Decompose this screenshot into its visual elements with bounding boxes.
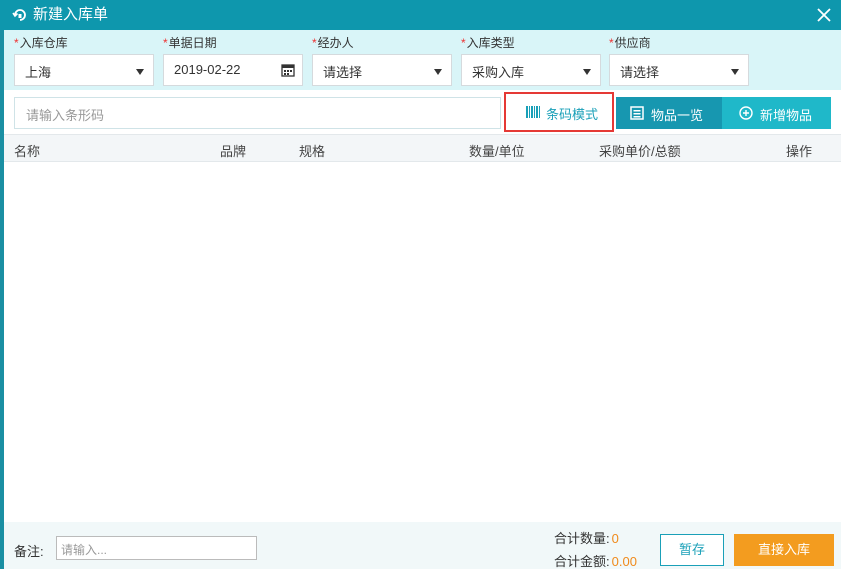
barcode-placeholder: 请输入条形码 bbox=[26, 108, 105, 123]
plus-circle-icon bbox=[739, 106, 753, 120]
warehouse-field: *入库仓库 上海 bbox=[14, 36, 154, 86]
chevron-down-icon bbox=[136, 69, 144, 75]
catalog-button[interactable]: 物品一览 bbox=[616, 97, 722, 129]
column-header-brand: 品牌 bbox=[220, 144, 247, 159]
type-label: 入库类型 bbox=[466, 36, 515, 50]
required-mark: * bbox=[609, 36, 614, 50]
column-header-name: 名称 bbox=[14, 144, 41, 159]
chevron-down-icon bbox=[731, 69, 739, 75]
table-body bbox=[4, 162, 841, 522]
supplier-label: 供应商 bbox=[614, 36, 651, 50]
barcode-input[interactable]: 请输入条形码 bbox=[14, 97, 501, 129]
column-header-quantity: 数量/单位 bbox=[469, 144, 525, 159]
table-header: 名称 品牌 规格 数量/单位 采购单价/总额 操作 bbox=[4, 134, 841, 162]
type-field: *入库类型 采购入库 bbox=[461, 36, 601, 86]
total-amount-label: 合计金额: bbox=[554, 554, 610, 569]
form-area: *入库仓库 上海 *单据日期 2019-02-22 *经办人 请选择 *入库类型… bbox=[4, 30, 841, 90]
total-quantity-label: 合计数量: bbox=[554, 531, 610, 546]
column-header-price: 采购单价/总额 bbox=[599, 144, 681, 159]
refresh-home-icon bbox=[12, 9, 26, 21]
chevron-down-icon bbox=[583, 69, 591, 75]
type-value: 采购入库 bbox=[472, 65, 525, 80]
warehouse-value: 上海 bbox=[25, 65, 52, 80]
required-mark: * bbox=[312, 36, 317, 50]
note-input[interactable]: 请输入... bbox=[56, 536, 257, 560]
handler-label: 经办人 bbox=[317, 36, 354, 50]
chevron-down-icon bbox=[434, 69, 442, 75]
column-header-actions: 操作 bbox=[786, 144, 813, 159]
barcode-icon bbox=[526, 106, 540, 118]
required-mark: * bbox=[461, 36, 466, 50]
date-label: 单据日期 bbox=[168, 36, 217, 50]
catalog-label: 物品一览 bbox=[651, 108, 704, 123]
note-placeholder: 请输入... bbox=[61, 543, 108, 557]
total-amount: 合计金额: 0.00 bbox=[554, 551, 637, 569]
handler-value: 请选择 bbox=[323, 65, 363, 80]
add-item-button[interactable]: 新增物品 bbox=[722, 97, 831, 129]
total-quantity: 合计数量: 0 bbox=[554, 528, 619, 547]
total-quantity-value: 0 bbox=[611, 531, 619, 546]
note-label: 备注: bbox=[14, 544, 44, 559]
warehouse-label: 入库仓库 bbox=[19, 36, 68, 50]
required-mark: * bbox=[163, 36, 168, 50]
date-field: *单据日期 2019-02-22 bbox=[163, 36, 303, 86]
total-amount-value: 0.00 bbox=[611, 554, 637, 569]
stock-in-button[interactable]: 直接入库 bbox=[734, 534, 834, 566]
handler-field: *经办人 请选择 bbox=[312, 36, 452, 86]
list-icon bbox=[630, 106, 644, 120]
warehouse-select[interactable]: 上海 bbox=[14, 54, 154, 86]
window-title: 新建入库单 bbox=[33, 6, 109, 23]
barcode-mode-label: 条码模式 bbox=[546, 107, 599, 122]
close-icon[interactable] bbox=[813, 4, 835, 26]
save-draft-button[interactable]: 暂存 bbox=[660, 534, 724, 566]
handler-select[interactable]: 请选择 bbox=[312, 54, 452, 86]
supplier-select[interactable]: 请选择 bbox=[609, 54, 749, 86]
date-picker[interactable]: 2019-02-22 bbox=[163, 54, 303, 86]
toolbar: 请输入条形码 条码模式 物品一览 新增物品 bbox=[4, 90, 841, 134]
column-header-spec: 规格 bbox=[299, 144, 326, 159]
add-item-label: 新增物品 bbox=[760, 108, 813, 123]
supplier-value: 请选择 bbox=[620, 65, 660, 80]
barcode-mode-button[interactable]: 条码模式 bbox=[504, 92, 614, 132]
calendar-icon[interactable] bbox=[281, 63, 295, 77]
footer: 备注: 请输入... 合计数量: 0 合计金额: 0.00 暂存 直接入库 bbox=[4, 522, 841, 569]
date-value: 2019-02-22 bbox=[174, 62, 241, 77]
required-mark: * bbox=[14, 36, 19, 50]
title-bar: 新建入库单 bbox=[0, 0, 841, 30]
type-select[interactable]: 采购入库 bbox=[461, 54, 601, 86]
supplier-field: *供应商 请选择 bbox=[609, 36, 749, 86]
